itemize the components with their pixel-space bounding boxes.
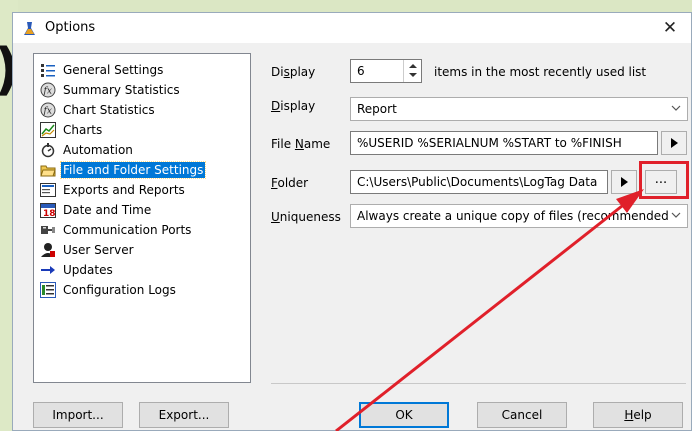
background-top [0,0,692,12]
tree-item-label: File and Folder Settings [59,161,207,179]
tree-item-updates[interactable]: Updates [40,260,115,280]
automation-icon [40,142,56,158]
import-button[interactable]: Import... [33,402,123,428]
display-mode-value: Report [357,102,397,116]
export-icon [40,182,56,198]
title-bar: Options ✕ [13,13,691,43]
tree-item-label: User Server [63,243,134,257]
tree-item-user-server[interactable]: User Server [40,240,136,260]
tree-item-label: Communication Ports [63,223,192,237]
display-count-label: Display [271,65,316,79]
uniqueness-label: Uniqueness [271,210,341,224]
export-button[interactable]: Export... [139,402,229,428]
tree-item-date-time[interactable]: 18 Date and Time [40,200,153,220]
help-button[interactable]: Help [593,402,683,428]
tree-item-label: General Settings [63,63,164,77]
svg-text:fx: fx [43,107,52,117]
uniqueness-value: Always create a unique copy of files (re… [357,209,669,223]
stepper-arrows-icon[interactable] [403,60,421,82]
svg-text:18: 18 [43,209,56,218]
file-name-input[interactable]: %USERID %SERIALNUM %START to %FINISH [350,131,658,155]
file-name-label: File Name [271,137,331,151]
tree-item-label: Chart Statistics [63,103,155,117]
chevron-down-icon [671,105,681,111]
recent-items-suffix: items in the most recently used list [434,65,647,79]
tree-item-file-folder-settings[interactable]: File and Folder Settings [40,160,207,180]
ok-button[interactable]: OK [359,402,449,428]
tree-item-configuration-logs[interactable]: Configuration Logs [40,280,178,300]
close-icon[interactable]: ✕ [657,17,683,39]
tree-item-label: Date and Time [63,203,152,217]
tree-item-summary-statistics[interactable]: fx Summary Statistics [40,80,182,100]
tree-item-label: Automation [63,143,133,157]
uniqueness-select[interactable]: Always create a unique copy of files (re… [350,204,688,228]
recent-items-value: 6 [357,64,365,78]
annotation-highlight-box [639,161,689,199]
display-mode-label: Display [271,99,316,113]
tree-item-label: Exports and Reports [63,183,185,197]
tree-item-label: Updates [63,263,113,277]
port-icon [40,222,56,238]
tree-item-communication-ports[interactable]: Communication Ports [40,220,193,240]
file-name-insert-button[interactable] [661,131,687,155]
general-settings-icon [40,62,56,78]
separator [271,383,686,384]
statistics-icon: fx [40,82,56,98]
recent-items-stepper[interactable]: 6 [350,59,422,83]
chevron-down-icon [671,212,681,218]
statistics-icon: fx [40,102,56,118]
tree-item-charts[interactable]: Charts [40,120,104,140]
tree-item-label: Summary Statistics [63,83,180,97]
tree-item-automation[interactable]: Automation [40,140,135,160]
options-dialog: Options ✕ General Settings fx Summary St… [12,12,692,431]
calendar-icon: 18 [40,202,56,219]
display-mode-select[interactable]: Report [350,97,688,121]
log-icon [40,282,56,298]
options-tree[interactable]: General Settings fx Summary Statistics f… [33,53,251,383]
folder-icon [40,162,56,178]
tree-item-label: Configuration Logs [63,283,176,297]
svg-text:fx: fx [43,87,52,97]
folder-input[interactable]: C:\Users\Public\Documents\LogTag Data [350,170,608,194]
cancel-button[interactable]: Cancel [477,402,567,428]
chart-icon [40,122,56,138]
folder-insert-button[interactable] [611,170,637,194]
tree-item-chart-statistics[interactable]: fx Chart Statistics [40,100,157,120]
folder-label: Folder [271,176,309,190]
tree-item-exports-reports[interactable]: Exports and Reports [40,180,187,200]
arrow-icon [40,262,56,278]
window-title: Options [45,20,96,35]
user-icon [40,242,56,258]
tree-item-label: Charts [63,123,103,137]
app-icon [24,22,35,35]
tree-item-general-settings[interactable]: General Settings [40,60,165,80]
